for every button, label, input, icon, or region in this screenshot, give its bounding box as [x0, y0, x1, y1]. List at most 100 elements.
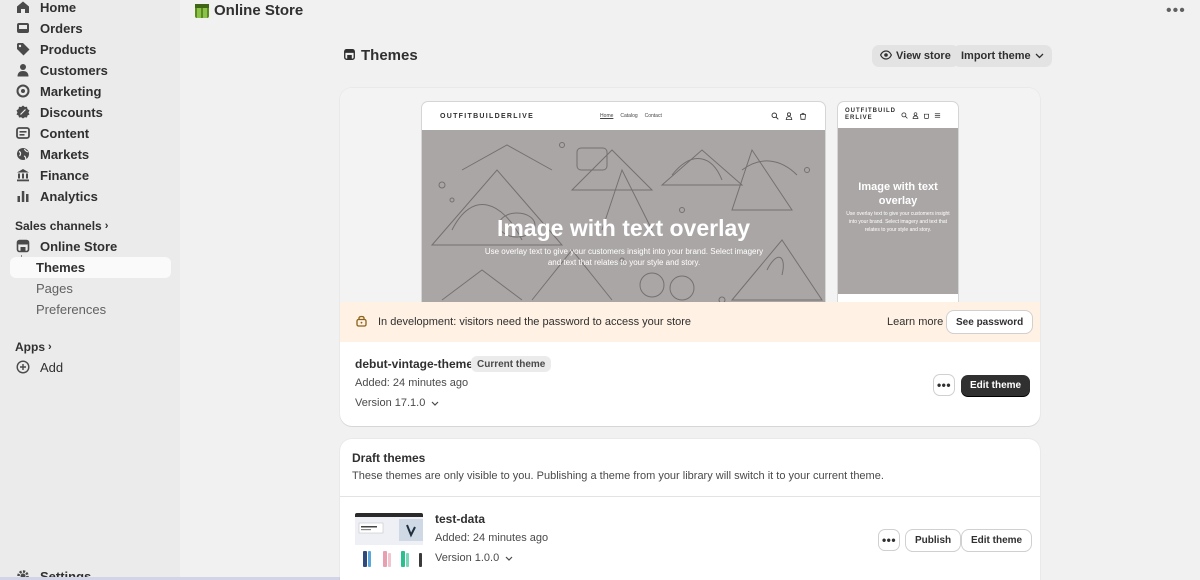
- sidebar-item-orders[interactable]: Orders: [10, 18, 170, 38]
- target-icon: [14, 82, 32, 100]
- banner-text: In development: visitors need the passwo…: [378, 316, 692, 328]
- cart-icon: [800, 112, 806, 120]
- menu-icon: [934, 112, 941, 118]
- draft-themes-card: Draft themes These themes are only visib…: [340, 439, 1040, 580]
- mobile-preview: OUTFITBUILD ERLIVE Image with text overl…: [838, 102, 958, 302]
- edit-theme-button[interactable]: Edit theme: [962, 530, 1032, 551]
- chevron-down-icon: [1035, 50, 1044, 62]
- sales-channels-heading[interactable]: Sales channels ›: [15, 219, 108, 233]
- theme-preview[interactable]: OUTFITBUILDERLIVE Home Catalog Contact I…: [340, 88, 1040, 302]
- account-icon: [912, 111, 919, 119]
- chevron-right-icon: ›: [48, 341, 52, 353]
- draft-theme-thumbnail: [355, 513, 423, 571]
- chevron-down-icon: [505, 552, 513, 564]
- cart-icon: [923, 113, 930, 119]
- sidebar-item-home[interactable]: Home: [10, 0, 170, 17]
- discount-icon: [14, 103, 32, 121]
- home-icon: [14, 0, 32, 16]
- search-icon: [771, 112, 779, 120]
- current-theme-added: Added: 24 minutes ago: [355, 377, 469, 389]
- page-title: Themes: [344, 47, 418, 64]
- sidebar-item-label: Content: [40, 125, 90, 141]
- sidebar-item-products[interactable]: Products: [10, 39, 170, 59]
- sidebar-item-customers[interactable]: Customers: [10, 60, 170, 80]
- apps-heading[interactable]: Apps ›: [15, 340, 52, 354]
- preview-menu-item: Contact: [644, 113, 662, 119]
- current-theme-card: OUTFITBUILDERLIVE Home Catalog Contact I…: [340, 88, 1040, 426]
- plus-circle-icon: [14, 358, 32, 376]
- inbox-icon: [14, 19, 32, 37]
- sidebar-item-finance[interactable]: Finance: [10, 165, 170, 185]
- preview-header-icons: [771, 112, 807, 120]
- more-actions-button[interactable]: •••: [879, 530, 899, 550]
- preview-menu: Home Catalog Contact: [600, 113, 662, 119]
- eye-icon: [879, 49, 893, 63]
- sidebar-item-label: Customers: [40, 62, 108, 78]
- sidebar-subitem-themes[interactable]: Themes: [10, 257, 171, 278]
- sidebar-item-marketing[interactable]: Marketing: [10, 81, 170, 101]
- sidebar-item-label: Add: [40, 359, 64, 375]
- sidebar: Home Orders Products Customers Marketing…: [0, 0, 380, 580]
- current-theme-version[interactable]: Version 17.1.0: [355, 397, 439, 409]
- divider: [340, 496, 1040, 497]
- account-icon: [785, 112, 793, 120]
- sidebar-item-add[interactable]: Add: [10, 357, 170, 377]
- more-actions-icon[interactable]: •••: [1166, 2, 1186, 20]
- see-password-button[interactable]: See password: [947, 311, 1033, 333]
- sidebar-item-label: Home: [40, 0, 77, 15]
- sidebar-item-analytics[interactable]: Analytics: [10, 186, 170, 206]
- sidebar-subitem-pages[interactable]: Pages: [10, 278, 171, 299]
- draft-theme-added: Added: 24 minutes ago: [435, 532, 549, 544]
- preview-menu-item: Home: [600, 113, 614, 119]
- sidebar-item-label: Analytics: [40, 188, 98, 204]
- sidebar-item-label: Marketing: [40, 83, 102, 99]
- preview-hero: Image with text overlay Use overlay text…: [422, 130, 825, 302]
- sidebar-item-label: Markets: [40, 146, 90, 162]
- globe-icon: [14, 145, 32, 163]
- preview-menu-item: Catalog: [620, 113, 638, 119]
- learn-more-link[interactable]: Learn more: [887, 316, 943, 328]
- person-icon: [14, 61, 32, 79]
- current-theme-badge: Current theme: [471, 356, 552, 372]
- tag-icon: [14, 40, 32, 58]
- search-icon: [901, 111, 908, 119]
- preview-mobile-hero-text: Use overlay text to give your customers …: [846, 211, 950, 233]
- theme-icon: [344, 47, 355, 64]
- preview-hero-text: Use overlay text to give your customers …: [484, 247, 764, 267]
- draft-themes-title: Draft themes: [352, 451, 426, 465]
- preview-mobile-icons: [901, 111, 941, 119]
- view-store-button[interactable]: View store: [872, 45, 959, 67]
- sidebar-item-online-store[interactable]: Online Store: [10, 236, 170, 256]
- draft-theme-name: test-data: [435, 512, 486, 526]
- current-theme-name: debut-vintage-theme: [355, 357, 474, 371]
- app-title: Online Store: [195, 2, 303, 19]
- sidebar-subitem-preferences[interactable]: Preferences: [10, 299, 171, 320]
- edit-theme-button[interactable]: Edit theme: [961, 375, 1031, 396]
- import-theme-button[interactable]: Import theme: [953, 45, 1052, 67]
- preview-mobile-hero: Image with text overlay Use overlay text…: [838, 128, 958, 294]
- preview-mobile-hero-title: Image with text overlay: [858, 181, 938, 207]
- preview-header: OUTFITBUILDERLIVE Home Catalog Contact: [422, 102, 825, 130]
- sidebar-item-markets[interactable]: Markets: [10, 144, 170, 164]
- sidebar-item-label: Orders: [40, 20, 83, 36]
- sidebar-item-label: Discounts: [40, 104, 103, 120]
- storefront-icon: [14, 237, 32, 255]
- more-actions-button[interactable]: •••: [934, 375, 954, 395]
- sidebar-item-label: Products: [40, 41, 97, 57]
- chevron-down-icon: [431, 397, 439, 409]
- password-banner: In development: visitors need the passwo…: [340, 302, 1040, 342]
- preview-store-logo: OUTFITBUILDERLIVE: [440, 112, 535, 120]
- publish-button[interactable]: Publish: [906, 530, 961, 551]
- preview-hero-title: Image with text overlay: [496, 215, 751, 241]
- desktop-preview: OUTFITBUILDERLIVE Home Catalog Contact I…: [422, 102, 825, 302]
- content-icon: [14, 124, 32, 142]
- sidebar-item-label: Online Store: [40, 238, 118, 254]
- draft-theme-version[interactable]: Version 1.0.0: [435, 552, 513, 564]
- chevron-right-icon: ›: [104, 220, 109, 232]
- sidebar-item-content[interactable]: Content: [10, 123, 170, 143]
- preview-mobile-logo: OUTFITBUILD ERLIVE: [845, 108, 896, 121]
- sidebar-item-discounts[interactable]: Discounts: [10, 102, 170, 122]
- sidebar-item-label: Finance: [40, 167, 90, 183]
- online-store-logo-icon: [195, 3, 209, 18]
- preview-mobile-header: OUTFITBUILD ERLIVE: [838, 102, 958, 128]
